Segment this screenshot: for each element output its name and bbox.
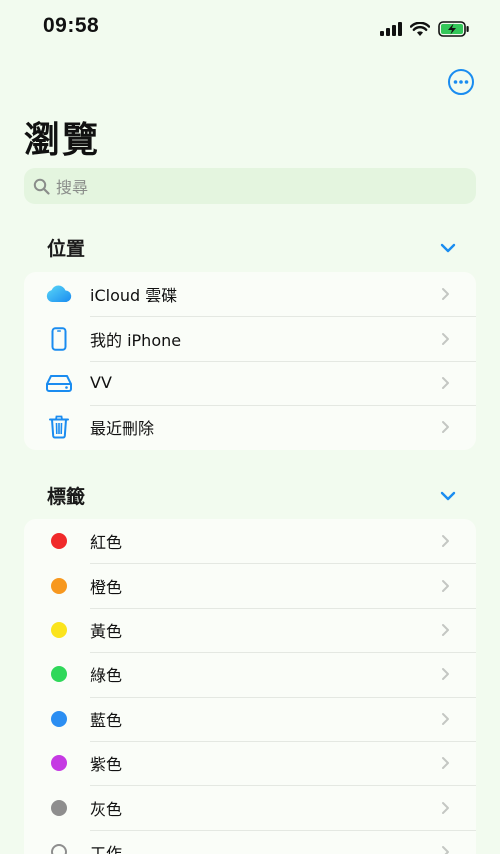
tag-label: 綠色 — [90, 666, 123, 686]
tags-list: 紅色 橙色 黃色 綠色 藍色 紫色 灰色 工作 — [24, 519, 476, 854]
tag-label: 灰色 — [90, 799, 123, 819]
tag-item-gray[interactable]: 灰色 — [24, 785, 476, 829]
chevron-right-icon — [442, 712, 449, 725]
chevron-right-icon — [442, 376, 449, 389]
tag-color-dot-icon — [44, 659, 74, 689]
chevron-right-icon — [442, 845, 449, 854]
cellular-signal-icon — [380, 22, 402, 36]
status-time: 09:58 — [43, 14, 100, 37]
section-title-locations: 位置 — [47, 238, 86, 260]
tag-color-dot-icon — [44, 748, 74, 778]
tag-color-dot-icon — [44, 793, 74, 823]
chevron-down-icon — [440, 243, 456, 253]
tag-item-red[interactable]: 紅色 — [24, 519, 476, 563]
status-bar: 09:58 — [0, 0, 500, 56]
chevron-right-icon — [442, 421, 449, 434]
chevron-right-icon — [442, 535, 449, 548]
location-item-vv[interactable]: VV — [24, 360, 476, 405]
chevron-down-icon — [440, 491, 456, 501]
tag-item-purple[interactable]: 紫色 — [24, 740, 476, 785]
tag-color-dot-icon — [44, 704, 74, 734]
tag-label: 藍色 — [90, 710, 123, 730]
chevron-right-icon — [442, 332, 449, 345]
drive-icon — [44, 368, 74, 398]
icloud-icon — [44, 279, 74, 309]
location-label: 最近刪除 — [90, 419, 155, 439]
section-title-tags: 標籤 — [47, 486, 86, 508]
chevron-right-icon — [442, 757, 449, 770]
trash-icon — [44, 412, 74, 442]
tag-label: 橙色 — [90, 577, 123, 597]
search-icon — [33, 178, 50, 195]
location-label: 我的 iPhone — [90, 330, 182, 350]
search-field[interactable]: 搜尋 — [24, 168, 476, 204]
tag-color-dot-icon — [44, 615, 74, 645]
location-item-icloud[interactable]: iCloud 雲碟 — [24, 272, 476, 316]
chevron-right-icon — [442, 623, 449, 636]
tag-item-work[interactable]: 工作 — [24, 829, 476, 854]
battery-charging-icon — [438, 21, 469, 37]
location-label: iCloud 雲碟 — [90, 286, 178, 306]
chevron-right-icon — [442, 668, 449, 681]
tag-label: 紫色 — [90, 755, 123, 775]
wifi-icon — [410, 21, 430, 36]
location-item-recently-deleted[interactable]: 最近刪除 — [24, 405, 476, 449]
tag-item-blue[interactable]: 藍色 — [24, 696, 476, 741]
search-placeholder: 搜尋 — [56, 178, 89, 197]
section-header-locations[interactable]: 位置 — [24, 234, 476, 264]
more-options-button[interactable] — [447, 68, 475, 96]
tag-label: 紅色 — [90, 533, 123, 553]
tag-label: 黃色 — [90, 621, 123, 641]
status-icons — [380, 18, 470, 40]
page-title: 瀏覽 — [24, 120, 101, 161]
ellipsis-circle-icon — [448, 69, 474, 95]
tag-item-orange[interactable]: 橙色 — [24, 563, 476, 607]
locations-list: iCloud 雲碟 我的 iPhone VV 最近刪除 — [24, 272, 476, 450]
section-header-tags[interactable]: 標籤 — [24, 482, 476, 512]
chevron-right-icon — [442, 801, 449, 814]
iphone-icon — [44, 324, 74, 354]
tag-color-dot-icon — [44, 526, 74, 556]
tag-item-green[interactable]: 綠色 — [24, 652, 476, 696]
location-item-iphone[interactable]: 我的 iPhone — [24, 316, 476, 360]
chevron-right-icon — [442, 288, 449, 301]
tag-outline-dot-icon — [44, 837, 74, 854]
tag-item-yellow[interactable]: 黃色 — [24, 607, 476, 652]
location-label: VV — [90, 373, 112, 393]
tag-color-dot-icon — [44, 571, 74, 601]
chevron-right-icon — [442, 579, 449, 592]
tag-label: 工作 — [90, 843, 123, 854]
